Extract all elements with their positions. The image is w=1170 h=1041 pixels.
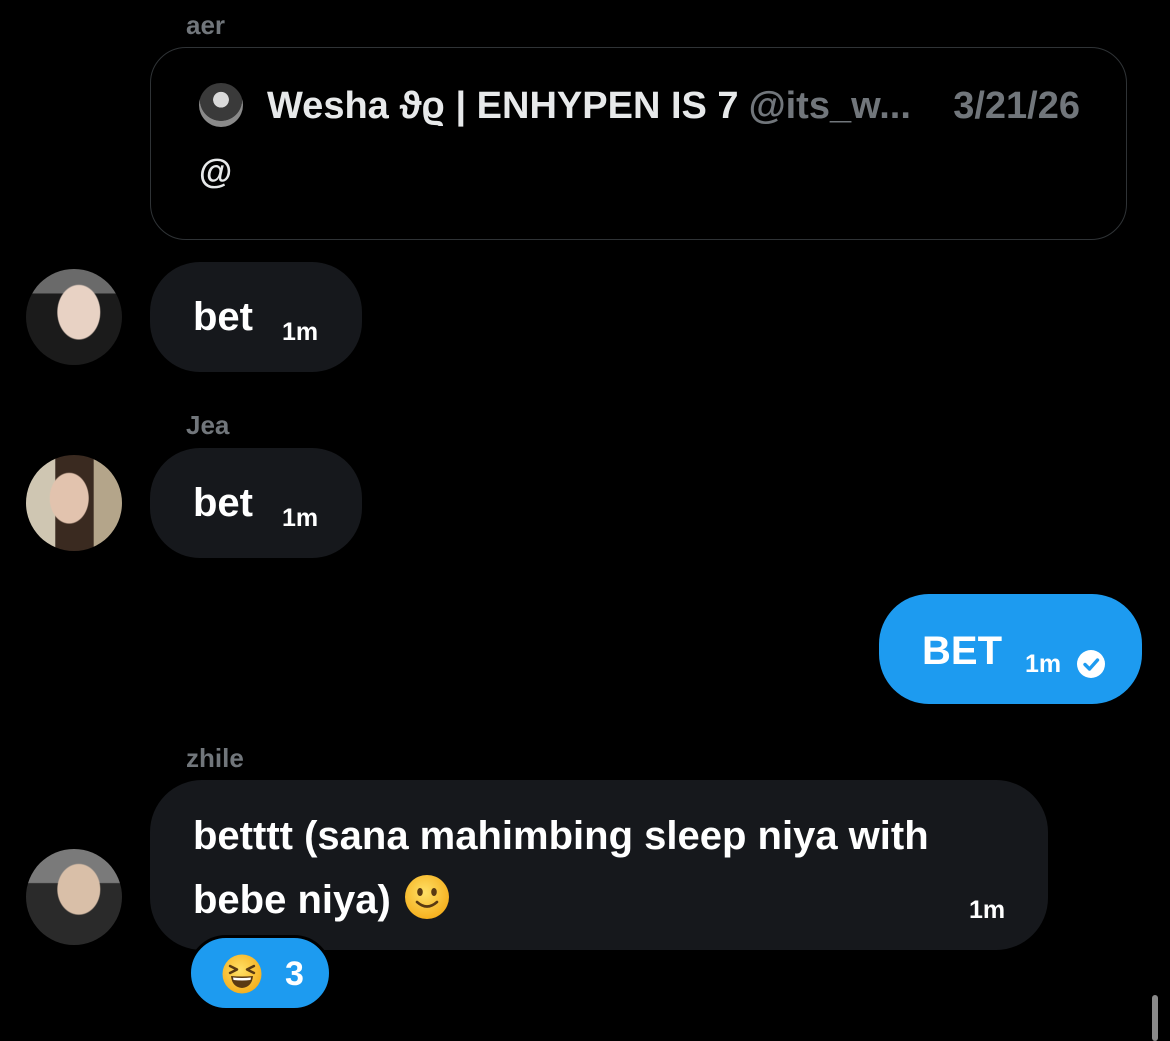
check-circle-icon [1077, 650, 1105, 678]
message-text-line: bebe niya) [193, 873, 451, 923]
message-bubble[interactable]: bet 1m [150, 262, 362, 372]
quoted-author-name[interactable]: Wesha ϑϱ | ENHYPEN IS 7 [267, 85, 739, 127]
quoted-post-header: Wesha ϑϱ | ENHYPEN IS 7 @its_w... [267, 84, 911, 128]
sender-name: zhile [186, 743, 244, 773]
scrollbar[interactable] [1152, 995, 1158, 1041]
message-time: 1m [282, 504, 319, 532]
quoted-post-text: @ [199, 153, 233, 191]
message-time: 1m [969, 896, 1006, 924]
message-time: 1m [282, 318, 319, 346]
sender-name: Jea [186, 410, 230, 440]
message-text: bet [193, 295, 253, 339]
avatar[interactable] [26, 269, 122, 365]
quoted-author-avatar[interactable] [199, 83, 243, 127]
quoted-post-date: 3/21/26 [953, 85, 1080, 127]
message-bubble[interactable]: bet 1m [150, 448, 362, 558]
sent-message-bubble[interactable]: BET 1m [879, 594, 1142, 704]
message-time: 1m [1025, 650, 1062, 678]
message-text: bet [193, 481, 253, 525]
quoted-author-handle[interactable]: @its_w... [749, 85, 911, 127]
avatar[interactable] [26, 849, 122, 945]
message-bubble[interactable]: betttt (sana mahimbing sleep niya with b… [150, 780, 1048, 950]
quoted-post-card[interactable]: Wesha ϑϱ | ENHYPEN IS 7 @its_w... 3/21/26… [150, 47, 1127, 240]
message-text: bebe niya) [193, 878, 391, 922]
sender-name: aer [186, 10, 226, 40]
reaction-count: 3 [285, 955, 304, 993]
message-text-line: betttt (sana mahimbing sleep niya with [193, 814, 929, 858]
message-text: BET [922, 629, 1002, 673]
reaction-badge[interactable]: 3 [188, 935, 332, 1011]
avatar[interactable] [26, 455, 122, 551]
grinning-squinting-face-icon [222, 954, 262, 994]
slightly-smiling-face-icon [404, 875, 449, 919]
